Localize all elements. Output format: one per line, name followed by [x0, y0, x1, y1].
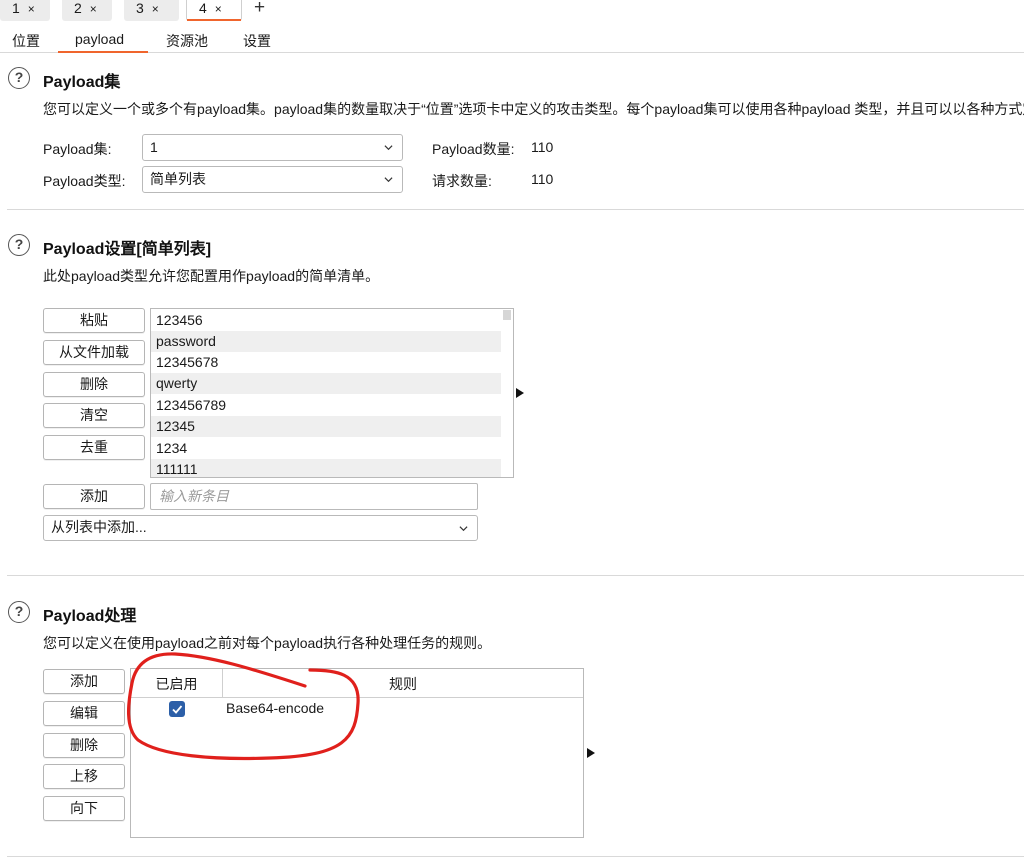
scrollbar-thumb[interactable]: [503, 310, 511, 320]
payload-sets-title: Payload集: [43, 74, 121, 91]
column-header-enabled[interactable]: 已启用: [131, 669, 222, 698]
list-item[interactable]: 12345678: [151, 352, 502, 373]
session-tab-strip: 1 × 2 × 3 × 4 × +: [0, 0, 1024, 21]
tab-resource-pool[interactable]: 资源池: [166, 31, 208, 51]
move-up-button[interactable]: 上移: [43, 764, 125, 789]
check-icon: [172, 705, 183, 714]
list-item[interactable]: 123456: [151, 310, 502, 331]
move-down-button[interactable]: 向下: [43, 796, 125, 821]
request-count-value: 110: [531, 171, 554, 187]
section-divider: [7, 856, 1024, 857]
session-tab-3[interactable]: 3 ×: [124, 0, 179, 21]
payload-sets-description: 您可以定义一个或多个有payload集。payload集的数量取决于“位置”选项…: [43, 101, 1024, 117]
remove-button[interactable]: 删除: [43, 372, 145, 397]
tab-positions[interactable]: 位置: [12, 31, 40, 51]
payload-set-label: Payload集:: [43, 141, 112, 157]
close-icon[interactable]: ×: [215, 2, 222, 16]
payload-type-select[interactable]: 简单列表: [142, 166, 403, 193]
expand-arrow-icon[interactable]: [516, 388, 524, 398]
load-from-file-button[interactable]: 从文件加载: [43, 340, 145, 365]
add-from-list-value: 从列表中添加...: [51, 519, 147, 535]
remove-rule-button[interactable]: 删除: [43, 733, 125, 758]
payload-count-value: 110: [531, 139, 554, 155]
expand-arrow-icon[interactable]: [587, 748, 595, 758]
chevron-down-icon: [459, 526, 468, 532]
request-count-label: 请求数量:: [432, 173, 492, 189]
payload-type-value: 简单列表: [150, 171, 206, 187]
tab-payload[interactable]: payload: [75, 31, 124, 47]
payload-processing-title: Payload处理: [43, 608, 137, 625]
payload-settings-description: 此处payload类型允许您配置用作payload的简单清单。: [43, 268, 380, 284]
chevron-down-icon: [384, 177, 393, 183]
session-tab-1-label: 1: [12, 0, 20, 16]
list-item[interactable]: 111111: [151, 459, 502, 477]
list-item[interactable]: 12345: [151, 416, 502, 437]
session-tab-3-label: 3: [136, 0, 144, 16]
chevron-down-icon: [384, 145, 393, 151]
list-item[interactable]: qwerty: [151, 373, 502, 394]
list-scrollbar[interactable]: [501, 309, 513, 477]
close-icon[interactable]: ×: [152, 2, 159, 16]
payload-processing-description: 您可以定义在使用payload之前对每个payload执行各种处理任务的规则。: [43, 635, 492, 651]
help-icon[interactable]: ?: [8, 67, 30, 89]
edit-rule-button[interactable]: 编辑: [43, 701, 125, 726]
add-rule-button[interactable]: 添加: [43, 669, 125, 694]
paste-button[interactable]: 粘贴: [43, 308, 145, 333]
session-tab-4-label: 4: [199, 0, 207, 16]
payload-settings-title: Payload设置[简单列表]: [43, 241, 212, 258]
clear-button[interactable]: 清空: [43, 403, 145, 428]
list-item[interactable]: 1234: [151, 438, 502, 459]
sub-tab-bar: 位置 payload 资源池 设置: [0, 26, 1024, 53]
payload-set-select[interactable]: 1: [142, 134, 403, 161]
session-tab-2-label: 2: [74, 0, 82, 16]
session-tab-4[interactable]: 4 ×: [186, 0, 242, 21]
section-divider: [7, 209, 1024, 210]
payload-type-label: Payload类型:: [43, 173, 126, 189]
close-icon[interactable]: ×: [28, 2, 35, 16]
payload-count-label: Payload数量:: [432, 141, 515, 157]
payload-list[interactable]: 123456 password 12345678 qwerty 12345678…: [150, 308, 514, 478]
deduplicate-button[interactable]: 去重: [43, 435, 145, 460]
close-icon[interactable]: ×: [90, 2, 97, 16]
new-item-placeholder: 输入新条目: [159, 488, 229, 504]
payload-set-value: 1: [150, 139, 158, 155]
add-from-list-select[interactable]: 从列表中添加...: [43, 515, 478, 541]
section-divider: [7, 575, 1024, 576]
add-item-button[interactable]: 添加: [43, 484, 145, 509]
list-item[interactable]: password: [151, 331, 502, 352]
help-icon[interactable]: ?: [8, 601, 30, 623]
session-tab-2[interactable]: 2 ×: [62, 0, 112, 21]
tab-settings[interactable]: 设置: [243, 31, 271, 51]
list-item[interactable]: 123456789: [151, 395, 502, 416]
new-tab-plus-icon[interactable]: +: [254, 0, 265, 17]
active-tab-indicator: [58, 51, 148, 53]
new-item-input[interactable]: 输入新条目: [150, 483, 478, 510]
rule-cell[interactable]: Base64-encode: [226, 700, 324, 716]
rule-enabled-checkbox[interactable]: [169, 701, 185, 717]
session-tab-1[interactable]: 1 ×: [0, 0, 50, 21]
processing-rules-table[interactable]: 已启用 规则 Base64-encode: [130, 668, 584, 838]
help-icon[interactable]: ?: [8, 234, 30, 256]
column-header-rule[interactable]: 规则: [223, 669, 583, 698]
